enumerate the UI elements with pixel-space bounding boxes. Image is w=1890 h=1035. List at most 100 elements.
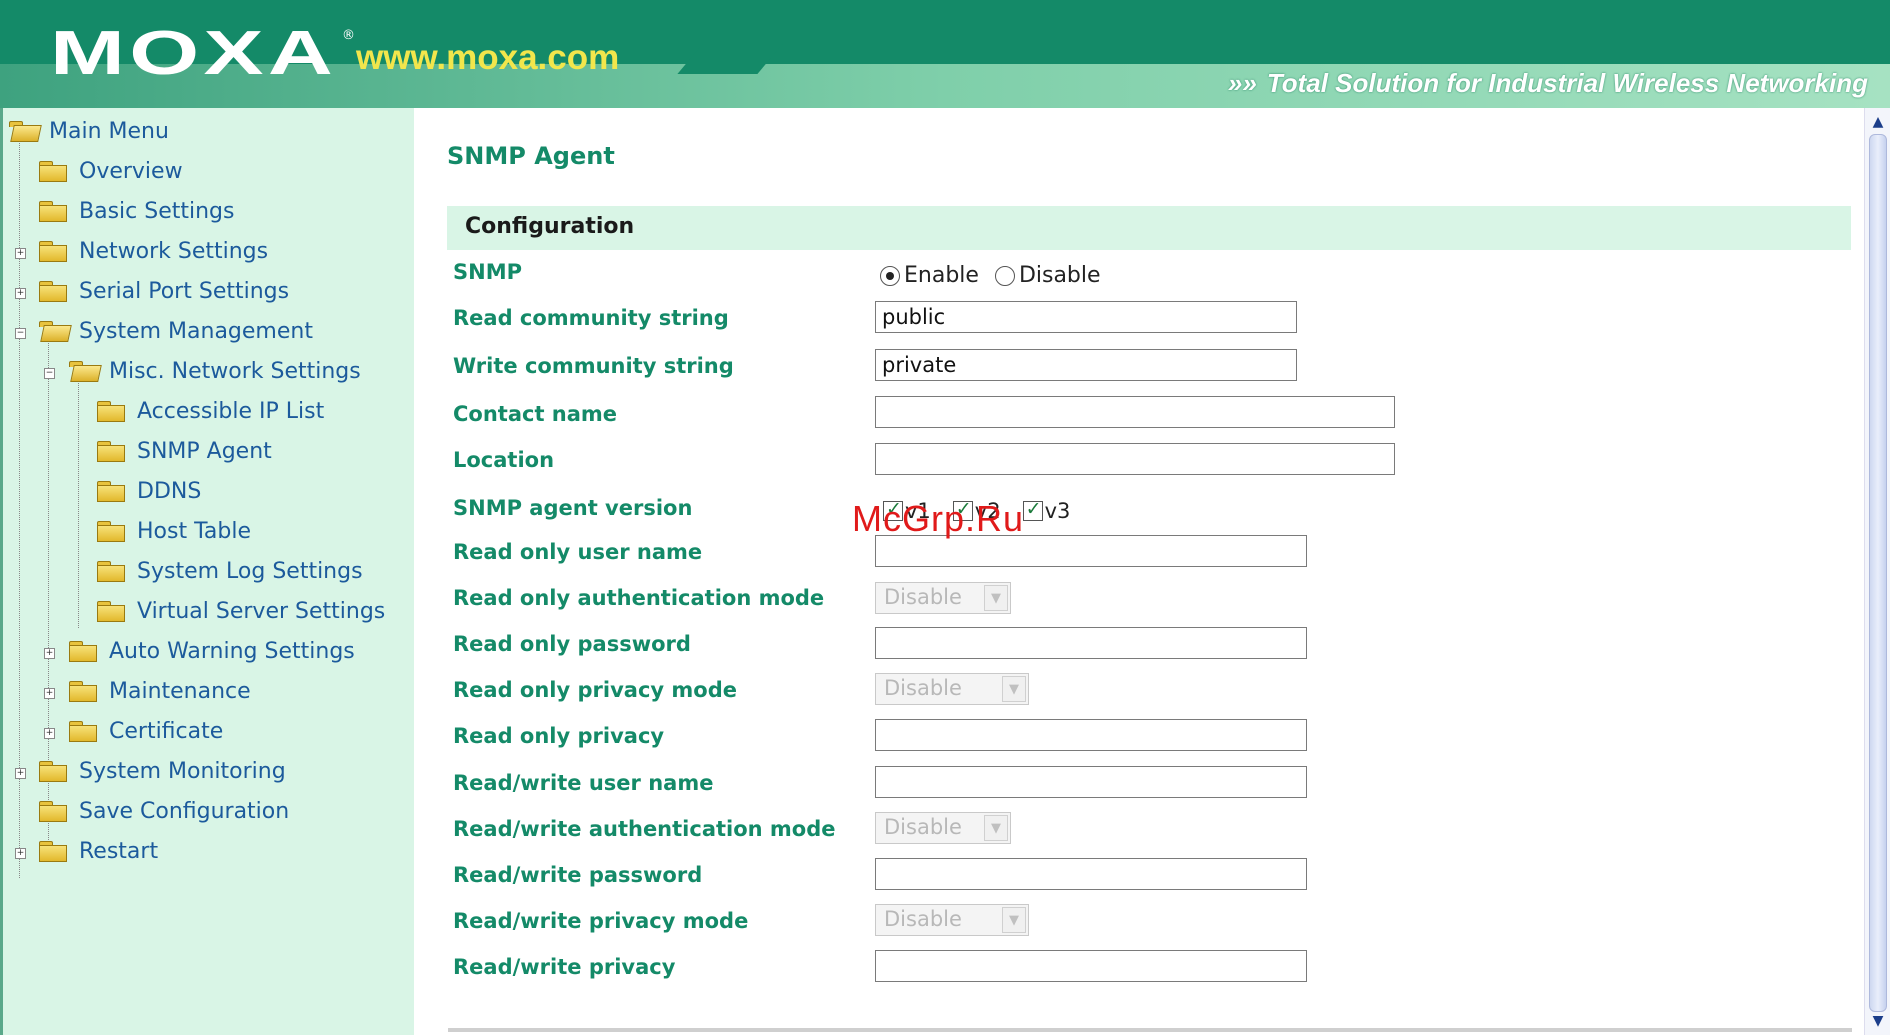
section-title: Configuration — [465, 214, 635, 239]
menu-tree: Main Menu Overview Basic Settings + Netw… — [3, 108, 414, 1035]
scroll-up-icon[interactable]: ▲ — [1868, 112, 1888, 132]
expand-plus-icon[interactable]: + — [44, 648, 55, 659]
ro-privacy-mode-select[interactable]: Disable ▼ — [875, 673, 1029, 705]
folder-icon — [97, 441, 125, 462]
sidebar-item-serial-port-settings[interactable]: Serial Port Settings — [39, 276, 289, 306]
sidebar-item-ddns[interactable]: DDNS — [97, 476, 201, 506]
folder-icon — [97, 401, 125, 422]
scrollbar-thumb[interactable] — [1869, 134, 1887, 1012]
read-community-input[interactable] — [875, 301, 1297, 333]
snmp-disable-radio[interactable] — [994, 265, 1015, 286]
sidebar-item-network-settings[interactable]: Network Settings — [39, 236, 268, 266]
sidebar-item-snmp-agent[interactable]: SNMP Agent — [97, 436, 272, 466]
sidebar-item-misc-network-settings[interactable]: Misc. Network Settings — [69, 356, 361, 386]
ro-privacy-mode-value: Disable — [884, 676, 962, 700]
sidebar-item-restart[interactable]: Restart — [39, 836, 158, 866]
rw-auth-mode-select[interactable]: Disable ▼ — [875, 812, 1011, 844]
folder-icon — [39, 281, 67, 302]
sidebar-item-overview[interactable]: Overview — [39, 156, 183, 186]
folder-icon — [39, 161, 67, 182]
chevron-down-icon: ▼ — [1002, 676, 1026, 702]
sidebar-item-main-menu[interactable]: Main Menu — [9, 116, 169, 146]
expand-plus-icon[interactable]: + — [15, 248, 26, 259]
folder-icon — [39, 241, 67, 262]
sidebar-item-save-configuration[interactable]: Save Configuration — [39, 796, 289, 826]
rw-privacy-mode-label: Read/write privacy mode — [453, 909, 749, 933]
folder-icon — [69, 721, 97, 742]
contact-name-label: Contact name — [453, 402, 618, 426]
folder-icon — [97, 521, 125, 542]
snmp-disable-label: Disable — [1018, 263, 1101, 288]
sidebar-item-accessible-ip-list[interactable]: Accessible IP List — [97, 396, 324, 426]
folder-icon — [97, 561, 125, 582]
folder-icon — [39, 841, 67, 862]
expand-plus-icon[interactable]: + — [15, 768, 26, 779]
rw-privacy-input[interactable] — [875, 950, 1307, 982]
sidebar-item-host-table[interactable]: Host Table — [97, 516, 251, 546]
rw-user-input[interactable] — [875, 766, 1307, 798]
vertical-scrollbar[interactable]: ▲ ▼ — [1864, 108, 1890, 1035]
watermark: McGrp.Ru — [852, 498, 1025, 539]
v3-label: v3 — [1044, 499, 1071, 523]
folder-open-icon — [69, 361, 97, 381]
tree-guide-line — [19, 134, 20, 878]
ro-auth-mode-label: Read only authentication mode — [453, 586, 825, 610]
sidebar-item-system-log-settings[interactable]: System Log Settings — [97, 556, 363, 586]
rw-password-input[interactable] — [875, 858, 1307, 890]
sidebar-item-system-monitoring[interactable]: System Monitoring — [39, 756, 286, 786]
bottom-divider — [448, 1028, 1852, 1032]
rw-auth-mode-value: Disable — [884, 815, 962, 839]
sidebar-item-virtual-server-settings[interactable]: Virtual Server Settings — [97, 596, 385, 626]
folder-icon — [97, 481, 125, 502]
sidebar-item-system-management[interactable]: System Management — [39, 316, 313, 346]
header-banner: MOXA ® www.moxa.com »» Total Solution for… — [0, 0, 1890, 108]
rw-password-label: Read/write password — [453, 863, 703, 887]
sidebar-item-certificate[interactable]: Certificate — [69, 716, 223, 746]
moxa-logo: MOXA — [50, 19, 338, 88]
folder-icon — [39, 801, 67, 822]
collapse-minus-icon[interactable]: − — [44, 368, 55, 379]
snmp-enable-radio[interactable] — [880, 265, 900, 286]
ro-password-label: Read only password — [453, 632, 691, 656]
section-header: Configuration — [447, 206, 1851, 250]
ro-password-input[interactable] — [875, 627, 1307, 659]
write-community-input[interactable] — [875, 349, 1297, 381]
chevron-down-icon: ▼ — [984, 585, 1008, 611]
collapse-minus-icon[interactable]: − — [15, 328, 26, 339]
rw-privacy-label: Read/write privacy — [453, 955, 676, 979]
location-input[interactable] — [875, 443, 1395, 475]
chevron-down-icon: ▼ — [984, 815, 1008, 841]
rw-privacy-mode-value: Disable — [884, 907, 962, 931]
tagline-text: Total Solution for Industrial Wireless N… — [1266, 68, 1868, 98]
ro-auth-mode-value: Disable — [884, 585, 962, 609]
location-label: Location — [453, 448, 555, 472]
snmp-enable-label: Enable — [904, 263, 979, 288]
tagline: »» Total Solution for Industrial Wireless… — [1228, 68, 1868, 99]
write-community-label: Write community string — [453, 354, 734, 378]
snmp-radio-group: Enable Disable — [880, 263, 1117, 288]
contact-name-input[interactable] — [875, 396, 1395, 428]
expand-plus-icon[interactable]: + — [15, 848, 26, 859]
snmp-label: SNMP — [453, 260, 522, 284]
chevron-down-icon: ▼ — [1002, 907, 1026, 933]
folder-icon — [39, 761, 67, 782]
v3-checkbox[interactable] — [1022, 498, 1043, 521]
folder-open-icon — [9, 121, 37, 141]
sidebar-item-basic-settings[interactable]: Basic Settings — [39, 196, 234, 226]
expand-plus-icon[interactable]: + — [44, 688, 55, 699]
ro-privacy-input[interactable] — [875, 719, 1307, 751]
folder-open-icon — [39, 321, 67, 341]
expand-plus-icon[interactable]: + — [44, 728, 55, 739]
expand-plus-icon[interactable]: + — [15, 288, 26, 299]
scroll-down-icon[interactable]: ▼ — [1868, 1011, 1888, 1031]
ro-privacy-label: Read only privacy — [453, 724, 665, 748]
rw-privacy-mode-select[interactable]: Disable ▼ — [875, 904, 1029, 936]
site-url: www.moxa.com — [356, 38, 620, 77]
sidebar-item-maintenance[interactable]: Maintenance — [69, 676, 251, 706]
folder-icon — [69, 681, 97, 702]
ro-auth-mode-select[interactable]: Disable ▼ — [875, 582, 1011, 614]
sidebar-item-auto-warning-settings[interactable]: Auto Warning Settings — [69, 636, 355, 666]
folder-icon — [97, 601, 125, 622]
read-community-label: Read community string — [453, 306, 729, 330]
tree-guide-line — [78, 368, 79, 628]
